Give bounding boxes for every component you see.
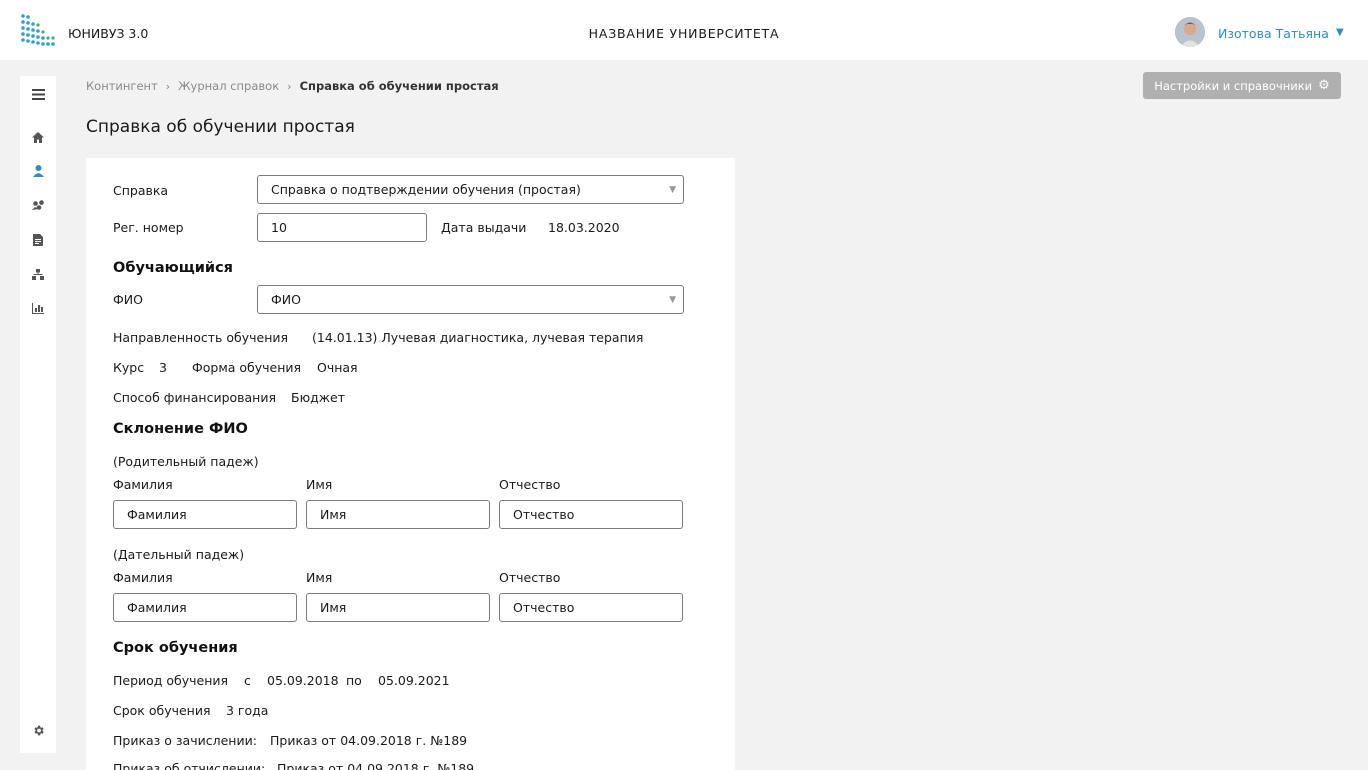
top-bar: ЮНИВУЗ 3.0 НАЗВАНИЕ УНИВЕРСИТЕТА Изотова…: [0, 0, 1368, 60]
side-navigation: [20, 76, 56, 753]
genitive-name-value: Имя: [320, 507, 347, 522]
term-section-title: Срок обучения: [113, 640, 238, 656]
breadcrumb-contingent[interactable]: Контингент: [86, 79, 158, 93]
avatar-photo-icon: [1175, 17, 1205, 47]
fio-value: ФИО: [271, 292, 301, 307]
doc-type-select[interactable]: Справка о подтверждении обучения (проста…: [257, 175, 684, 204]
dative-case-label: (Дательный падеж): [113, 547, 245, 562]
settings-references-button[interactable]: Настройки и справочники ⚙: [1143, 72, 1341, 99]
dropdown-caret-icon: ▼: [669, 185, 676, 195]
period-from-value: 05.09.2018: [267, 673, 339, 688]
university-name: НАЗВАНИЕ УНИВЕРСИТЕТА: [588, 26, 780, 41]
dropdown-caret-icon: ▼: [669, 295, 676, 305]
genitive-surname-value: Фамилия: [127, 507, 187, 522]
dative-patronymic-input[interactable]: Отчество: [499, 593, 683, 622]
study-form-value: Очная: [317, 360, 358, 375]
genitive-patronymic-value: Отчество: [513, 507, 575, 522]
funding-value: Бюджет: [291, 390, 345, 405]
settings-gear-icon[interactable]: [29, 721, 47, 739]
contingent-person-icon[interactable]: [29, 162, 47, 180]
issue-date-label: Дата выдачи: [441, 220, 527, 235]
reg-number-input[interactable]: 10: [257, 213, 427, 242]
structure-tree-icon[interactable]: [29, 265, 47, 283]
course-value: 3: [159, 360, 167, 375]
breadcrumb-current: Справка об обучении простая: [299, 79, 499, 93]
user-avatar[interactable]: [1175, 17, 1205, 47]
funding-label: Способ финансирования: [113, 390, 276, 405]
genitive-case-label: (Родительный падеж): [113, 454, 259, 469]
direction-label: Направленность обучения: [113, 330, 289, 345]
enroll-order-value[interactable]: Приказ от 04.09.2018 г. №189: [270, 733, 467, 748]
dative-surname-input[interactable]: Фамилия: [113, 593, 297, 622]
genitive-patronymic-label: Отчество: [499, 477, 561, 492]
bar-chart-icon[interactable]: [29, 299, 47, 317]
period-from-label: с: [244, 673, 251, 688]
gear-icon: ⚙: [1318, 78, 1330, 93]
breadcrumb-journal[interactable]: Журнал справок: [178, 79, 279, 93]
certificate-form-card: Справка Справка о подтверждении обучения…: [86, 158, 735, 770]
course-label: Курс: [113, 360, 145, 375]
declension-section-title: Склонение ФИО: [113, 421, 248, 437]
dative-patronymic-label: Отчество: [499, 570, 561, 585]
dative-name-input[interactable]: Имя: [306, 593, 490, 622]
breadcrumb: Контингент › Журнал справок › Справка об…: [86, 79, 499, 93]
enroll-order-label: Приказ о зачислении:: [113, 733, 257, 748]
chevron-right-icon: ›: [287, 79, 292, 93]
fio-label: ФИО: [113, 292, 143, 307]
user-menu-caret-icon[interactable]: ▼: [1336, 27, 1344, 38]
user-name[interactable]: Изотова Татьяна: [1218, 26, 1329, 41]
direction-value: (14.01.13) Лучевая диагностика, лучевая …: [312, 330, 644, 345]
chevron-right-icon: ›: [165, 79, 171, 93]
period-to-value: 05.09.2021: [378, 673, 450, 688]
dative-name-value: Имя: [320, 600, 347, 615]
page-title: Справка об обучении простая: [86, 117, 355, 137]
study-form-label: Форма обучения: [192, 360, 302, 375]
dative-name-label: Имя: [306, 570, 333, 585]
period-to-label: по: [346, 673, 362, 688]
genitive-surname-label: Фамилия: [113, 477, 173, 492]
dative-patronymic-value: Отчество: [513, 600, 575, 615]
document-icon[interactable]: [29, 231, 47, 249]
duration-label: Срок обучения: [113, 703, 211, 718]
student-section-title: Обучающийся: [113, 260, 233, 276]
expel-order-label: Приказ об отчислении:: [113, 761, 266, 770]
reg-number-value: 10: [271, 220, 287, 235]
period-label: Период обучения: [113, 673, 229, 688]
genitive-surname-input[interactable]: Фамилия: [113, 500, 297, 529]
dative-surname-label: Фамилия: [113, 570, 173, 585]
genitive-name-input[interactable]: Имя: [306, 500, 490, 529]
reg-number-label: Рег. номер: [113, 220, 184, 235]
expel-order-value[interactable]: Приказ от 04.09.2018 г. №189: [277, 761, 474, 770]
doc-type-label: Справка: [113, 183, 169, 198]
people-group-icon[interactable]: [29, 196, 47, 214]
doc-type-value: Справка о подтверждении обучения (проста…: [271, 182, 581, 197]
issue-date-value: 18.03.2020: [548, 220, 620, 235]
dative-surname-value: Фамилия: [127, 600, 187, 615]
duration-value: 3 года: [226, 703, 269, 718]
genitive-patronymic-input[interactable]: Отчество: [499, 500, 683, 529]
menu-hamburger-icon[interactable]: [29, 85, 47, 103]
home-icon[interactable]: [29, 128, 47, 146]
genitive-name-label: Имя: [306, 477, 333, 492]
fio-select[interactable]: ФИО ▼: [257, 285, 684, 314]
settings-button-label: Настройки и справочники: [1154, 78, 1313, 93]
